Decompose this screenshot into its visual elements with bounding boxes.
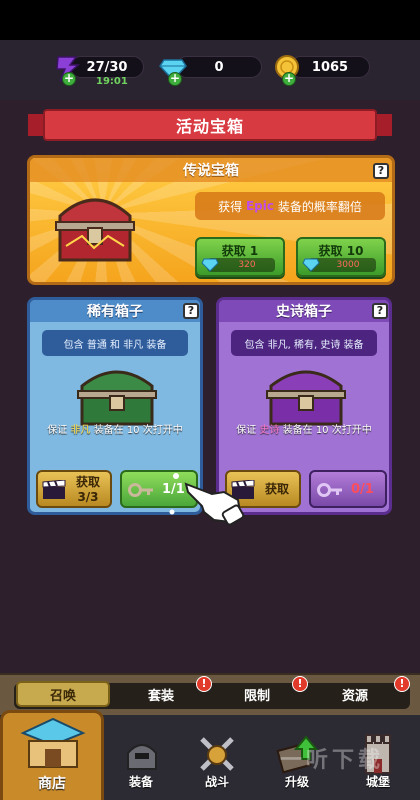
watermark: 一听下载 <box>280 748 385 773</box>
legendary-buy-1-label: 获取 1 <box>221 244 259 258</box>
coins-resource[interactable]: + 1065 <box>272 54 370 86</box>
epic-chest-title: 史诗箱子 <box>219 300 389 322</box>
epic-help-button[interactable]: ? <box>372 303 388 319</box>
add-energy-button[interactable]: + <box>62 72 76 86</box>
shop-icon <box>20 717 86 768</box>
legendary-desc-pre: 获得 <box>218 199 243 214</box>
rare-watch-ad-button[interactable]: 获取 3/3 <box>36 470 112 508</box>
epic-chest-description: 包含 非凡, 稀有, 史诗 装备 <box>231 330 377 356</box>
rare-ad-count: 3/3 <box>77 490 99 504</box>
gems-value: 0 <box>176 56 262 78</box>
legendary-buy-10-label: 获取 10 <box>318 244 364 258</box>
nav-equipment[interactable]: 装备 <box>110 715 172 800</box>
rare-note-highlight: 非凡 <box>70 425 91 436</box>
epic-key-count: 0/1 <box>351 482 374 497</box>
epic-chest-icon <box>266 370 346 426</box>
legendary-chest-description: 获得 Epic 装备的概率翻倍 <box>195 192 385 220</box>
rare-chest-guarantee: 保证 非凡 装备在 10 次打开中 <box>36 424 194 437</box>
clapperboard-icon <box>42 480 66 499</box>
rare-chest-title: 稀有箱子 <box>30 300 200 322</box>
legendary-chest-icon <box>55 198 135 262</box>
legendary-chest-title: 传说宝箱 <box>30 158 392 182</box>
rare-ad-label: 获取 <box>75 475 100 489</box>
nav-shop-label: 商店 <box>38 776 66 792</box>
coins-value: 1065 <box>290 56 370 78</box>
epic-ad-label: 获取 <box>264 482 289 496</box>
legendary-buy-10-button[interactable]: 获取 10 3000 <box>296 237 386 277</box>
page-title-ribbon: 活动宝箱 <box>28 108 392 142</box>
legendary-buy-1-button[interactable]: 获取 1 320 <box>195 237 285 277</box>
key-icon <box>128 483 153 497</box>
tutorial-hand-pointer <box>169 473 245 526</box>
resources-alert-badge: ! <box>394 676 410 692</box>
nav-battle-label: 战斗 <box>204 775 229 789</box>
epic-note-post: 装备在 10 次打开中 <box>282 425 372 436</box>
sets-alert-badge: ! <box>196 676 212 692</box>
rare-note-pre: 保证 <box>47 425 68 436</box>
diamond-icon <box>201 258 219 272</box>
tab-summon[interactable]: 召唤 <box>16 681 110 707</box>
status-bar <box>0 0 420 40</box>
resource-bar: + 27/30 + 0 + 1065 <box>0 40 420 100</box>
equipment-icon <box>127 744 157 770</box>
add-gems-button[interactable]: + <box>168 72 182 86</box>
add-coins-button[interactable]: + <box>282 72 296 86</box>
nav-equipment-label: 装备 <box>128 775 153 789</box>
rare-note-post: 装备在 10 次打开中 <box>93 425 183 436</box>
energy-timer: 19:01 <box>96 76 128 87</box>
epic-note-pre: 保证 <box>236 425 257 436</box>
page-title: 活动宝箱 <box>175 117 244 136</box>
legendary-help-button[interactable]: ? <box>373 163 389 179</box>
legendary-chest-card: 传说宝箱 ? 获得 Epic 装备的概率翻倍 获取 1 320 获取 10 30… <box>27 155 395 285</box>
nav-castle-label: 城堡 <box>365 775 390 789</box>
limited-alert-badge: ! <box>292 676 308 692</box>
nav-upgrade-label: 升级 <box>284 775 309 789</box>
legendary-desc-post: 装备的概率翻倍 <box>277 199 362 214</box>
epic-chest-guarantee: 保证 史诗 装备在 10 次打开中 <box>225 424 383 437</box>
battle-icon <box>200 737 234 771</box>
tab-resources[interactable]: 资源 <box>310 681 400 707</box>
rare-help-button[interactable]: ? <box>183 303 199 319</box>
nav-shop[interactable]: 商店 <box>0 710 104 800</box>
tab-sets[interactable]: 套装 <box>116 681 206 707</box>
epic-key-button[interactable]: 0/1 <box>309 470 387 508</box>
key-icon <box>317 483 342 497</box>
rare-chest-icon <box>77 370 157 426</box>
epic-note-highlight: 史诗 <box>259 425 280 436</box>
diamond-icon <box>302 258 320 272</box>
rare-chest-description: 包含 普通 和 非凡 装备 <box>42 330 188 356</box>
nav-battle[interactable]: 战斗 <box>186 715 248 800</box>
gems-resource[interactable]: + 0 <box>158 54 262 86</box>
tab-limited[interactable]: 限制 <box>212 681 302 707</box>
legendary-desc-highlight: Epic <box>245 199 274 213</box>
